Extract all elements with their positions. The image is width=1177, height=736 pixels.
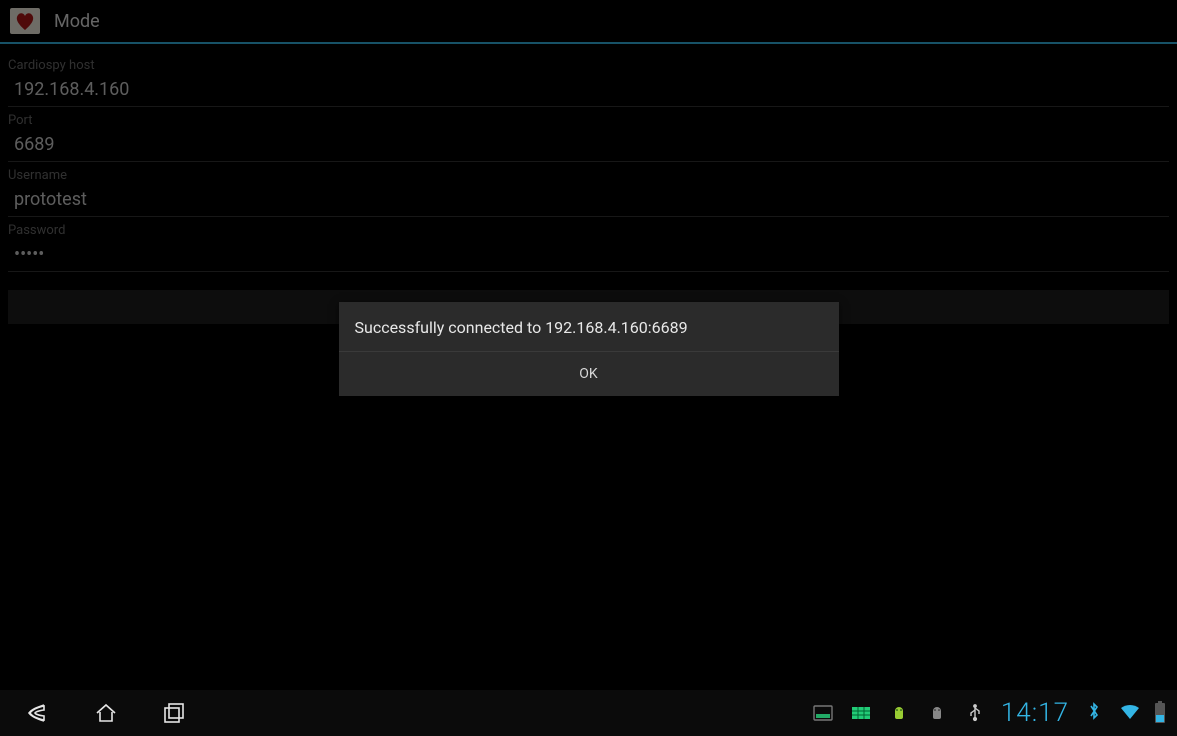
clock: 14:17: [1001, 698, 1069, 728]
status-tray[interactable]: 14:17: [811, 698, 1165, 728]
system-navbar: 14:17: [0, 690, 1177, 736]
home-icon[interactable]: [92, 699, 120, 727]
wifi-icon: [1119, 702, 1141, 725]
back-icon[interactable]: [24, 699, 52, 727]
keyboard-tray-icon: [849, 701, 873, 725]
screenshot-tray-icon: [811, 701, 835, 725]
nav-buttons: [24, 699, 188, 727]
connection-dialog: Successfully connected to 192.168.4.160:…: [339, 302, 839, 396]
bluetooth-icon: [1087, 701, 1101, 726]
battery-icon: [1155, 703, 1165, 723]
recent-apps-icon[interactable]: [160, 699, 188, 727]
usb-tray-icon: [963, 701, 987, 725]
dialog-ok-button[interactable]: OK: [339, 352, 839, 396]
modal-overlay: Successfully connected to 192.168.4.160:…: [0, 0, 1177, 736]
android-tray-icon: [887, 701, 911, 725]
debug-tray-icon: [925, 701, 949, 725]
dialog-message: Successfully connected to 192.168.4.160:…: [339, 302, 839, 352]
